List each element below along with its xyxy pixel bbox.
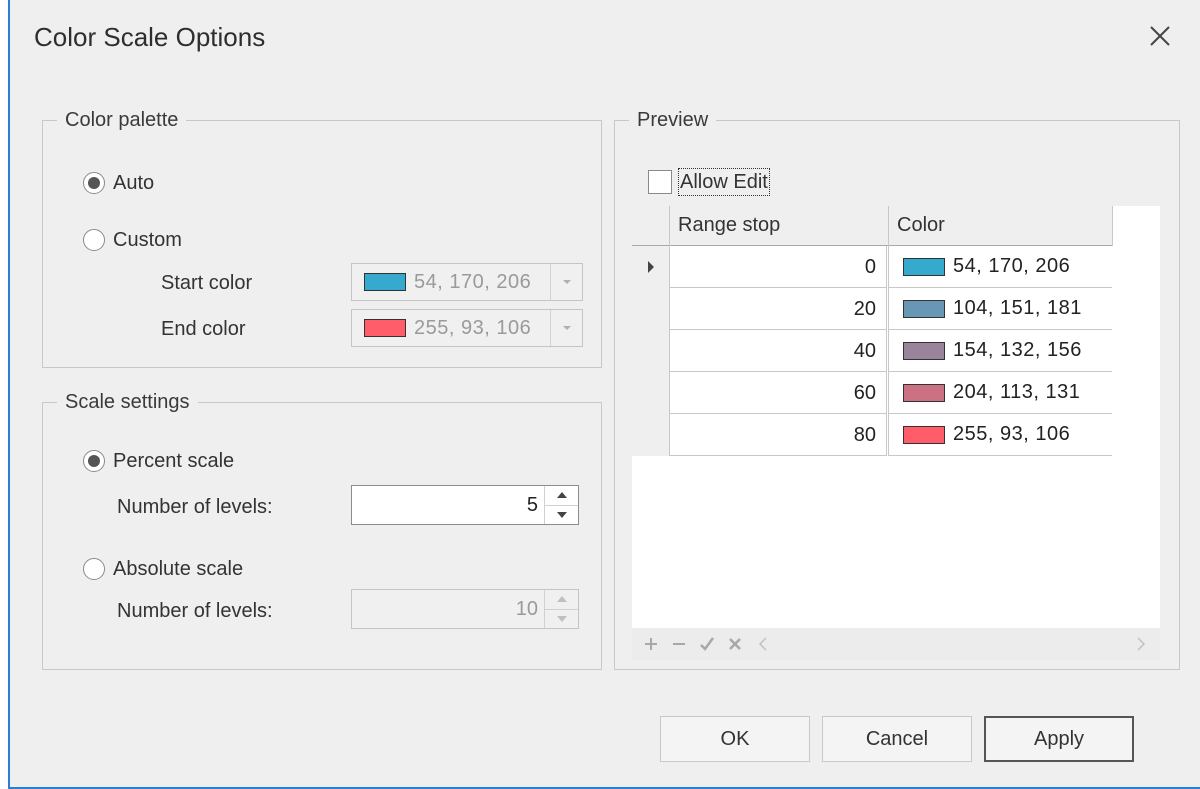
percent-scale-option[interactable]: Percent scale — [83, 449, 234, 473]
cancel-button[interactable]: Cancel — [822, 716, 972, 762]
add-icon[interactable] — [640, 633, 662, 655]
color-swatch — [903, 257, 945, 276]
table-row[interactable]: 20 104, 151, 181 — [632, 288, 1112, 330]
color-swatch — [903, 383, 945, 402]
table-row[interactable]: 60 204, 113, 131 — [632, 372, 1112, 414]
end-color-swatch — [364, 319, 406, 337]
percent-levels-label: Number of levels: — [117, 496, 273, 518]
percent-levels-spin[interactable]: 5 — [351, 485, 579, 525]
color-value: 104, 151, 181 — [953, 297, 1082, 319]
row-indicator — [632, 288, 669, 330]
percent-levels-value[interactable]: 5 — [352, 486, 544, 524]
table-row[interactable]: 0 54, 170, 206 — [632, 246, 1112, 288]
absolute-scale-option[interactable]: Absolute scale — [83, 557, 243, 581]
scroll-left-icon[interactable] — [752, 633, 774, 655]
scale-settings-legend: Scale settings — [57, 389, 198, 415]
absolute-levels-spin[interactable]: 10 — [351, 589, 579, 629]
data-navigator — [632, 628, 1160, 660]
color-value: 204, 113, 131 — [953, 381, 1081, 403]
absolute-scale-label: Absolute scale — [113, 558, 244, 580]
column-header-range-stop[interactable]: Range stop — [678, 214, 780, 237]
auto-label: Auto — [113, 172, 155, 194]
apply-button[interactable]: Apply — [984, 716, 1134, 762]
auto-option[interactable]: Auto — [83, 171, 154, 195]
color-palette-group: Color palette Auto Custom Start color 54… — [42, 107, 602, 368]
color-value: 54, 170, 206 — [953, 255, 1071, 277]
color-swatch — [903, 425, 945, 444]
accept-icon[interactable] — [696, 633, 718, 655]
close-icon[interactable] — [1146, 22, 1174, 50]
row-indicator — [632, 372, 669, 414]
custom-option[interactable]: Custom — [83, 228, 182, 252]
row-indicator — [632, 414, 669, 456]
allow-edit-checkbox[interactable] — [648, 170, 672, 194]
color-palette-legend: Color palette — [57, 107, 187, 133]
allow-edit-label: Allow Edit — [678, 168, 770, 196]
spin-up-icon[interactable] — [545, 486, 578, 506]
start-color-combo[interactable]: 54, 170, 206 — [351, 263, 583, 301]
end-color-value: 255, 93, 106 — [414, 316, 532, 339]
percent-scale-label: Percent scale — [113, 450, 235, 472]
spin-up-icon[interactable] — [545, 590, 578, 610]
current-row-icon — [648, 261, 654, 273]
absolute-levels-value[interactable]: 10 — [352, 590, 544, 628]
range-stop-cell[interactable]: 0 — [669, 246, 887, 288]
remove-icon[interactable] — [668, 633, 690, 655]
color-swatch — [903, 299, 945, 318]
color-value: 255, 93, 106 — [953, 423, 1071, 445]
spin-down-icon[interactable] — [545, 610, 578, 629]
range-stop-cell[interactable]: 60 — [669, 372, 887, 414]
start-color-swatch — [364, 273, 406, 291]
spin-down-icon[interactable] — [545, 506, 578, 525]
range-stop-cell[interactable]: 80 — [669, 414, 887, 456]
color-scale-options-dialog: Color Scale Options Color palette Auto C… — [8, 0, 1200, 789]
chevron-down-icon[interactable] — [550, 264, 582, 300]
range-stop-cell[interactable]: 40 — [669, 330, 887, 372]
percent-scale-radio[interactable] — [83, 450, 105, 472]
cancel-edit-icon[interactable] — [724, 633, 746, 655]
end-color-label: End color — [161, 318, 246, 340]
end-color-combo[interactable]: 255, 93, 106 — [351, 309, 583, 347]
row-indicator — [632, 330, 669, 372]
custom-radio[interactable] — [83, 229, 105, 251]
color-cell[interactable]: 104, 151, 181 — [888, 288, 1112, 330]
color-cell[interactable]: 204, 113, 131 — [888, 372, 1112, 414]
chevron-down-icon[interactable] — [550, 310, 582, 346]
color-cell[interactable]: 54, 170, 206 — [888, 246, 1112, 288]
absolute-levels-label: Number of levels: — [117, 600, 273, 622]
preview-grid[interactable]: Range stop Color 0 54, 170, 206 20 104, … — [632, 206, 1160, 660]
dialog-title: Color Scale Options — [34, 22, 266, 52]
range-stop-cell[interactable]: 20 — [669, 288, 887, 330]
absolute-scale-radio[interactable] — [83, 558, 105, 580]
color-swatch — [903, 341, 945, 360]
row-indicator — [632, 246, 669, 288]
table-row[interactable]: 40 154, 132, 156 — [632, 330, 1112, 372]
start-color-value: 54, 170, 206 — [414, 270, 532, 293]
color-cell[interactable]: 255, 93, 106 — [888, 414, 1112, 456]
color-cell[interactable]: 154, 132, 156 — [888, 330, 1112, 372]
color-value: 154, 132, 156 — [953, 339, 1082, 361]
scale-settings-group: Scale settings Percent scale Number of l… — [42, 389, 602, 670]
column-header-color[interactable]: Color — [897, 214, 945, 237]
start-color-label: Start color — [161, 272, 253, 294]
preview-legend: Preview — [629, 107, 717, 133]
custom-label: Custom — [113, 229, 182, 251]
scroll-right-icon[interactable] — [1130, 633, 1152, 655]
auto-radio[interactable] — [83, 172, 105, 194]
table-row[interactable]: 80 255, 93, 106 — [632, 414, 1112, 456]
allow-edit-option[interactable]: Allow Edit — [648, 168, 770, 196]
ok-button[interactable]: OK — [660, 716, 810, 762]
grid-header: Range stop Color — [632, 206, 1113, 246]
